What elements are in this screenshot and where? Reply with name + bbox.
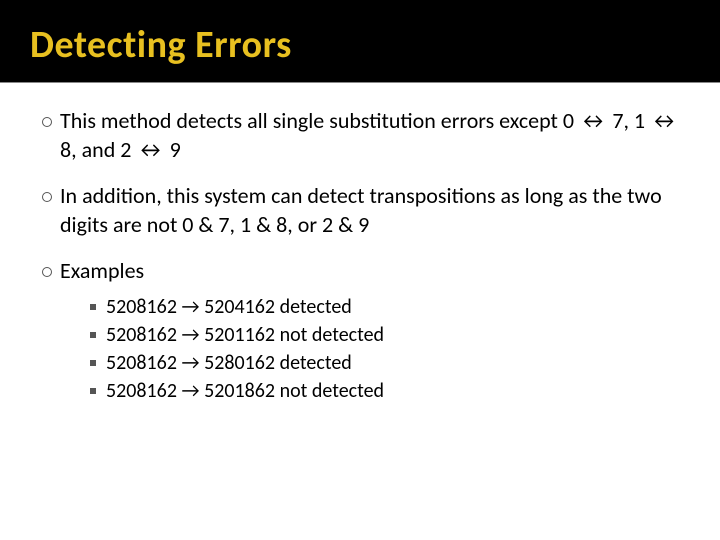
bullet-item: In addition, this system can detect tran… xyxy=(42,182,690,239)
list-item: 5208162 → 5201162 not detected xyxy=(90,322,690,348)
slide-content: This method detects all single substitut… xyxy=(0,83,720,432)
bullet-square-icon xyxy=(90,332,96,338)
list-item: 5208162 → 5201862 not detected xyxy=(90,378,690,404)
slide-header: Detecting Errors xyxy=(0,0,720,83)
bullet-square-icon xyxy=(90,304,96,310)
slide-title: Detecting Errors xyxy=(30,22,690,68)
bullet-square-icon xyxy=(90,360,96,366)
list-item: 5208162 → 5280162 detected xyxy=(90,350,690,376)
bullet-circle-icon xyxy=(42,267,52,277)
example-text: 5208162 → 5201862 not detected xyxy=(106,378,690,404)
bullet-item: Examples xyxy=(42,257,690,286)
bullet-circle-icon xyxy=(42,192,52,202)
example-text: 5208162 → 5201162 not detected xyxy=(106,322,690,348)
list-item: 5208162 → 5204162 detected xyxy=(90,294,690,320)
bullet-text: In addition, this system can detect tran… xyxy=(60,182,690,239)
bullet-square-icon xyxy=(90,388,96,394)
bullet-text: This method detects all single substitut… xyxy=(60,107,690,164)
bullet-circle-icon xyxy=(42,117,52,127)
example-text: 5208162 → 5204162 detected xyxy=(106,294,690,320)
bullet-text: Examples xyxy=(60,257,690,286)
example-text: 5208162 → 5280162 detected xyxy=(106,350,690,376)
examples-list: 5208162 → 5204162 detected 5208162 → 520… xyxy=(90,294,690,404)
bullet-item: This method detects all single substitut… xyxy=(42,107,690,164)
